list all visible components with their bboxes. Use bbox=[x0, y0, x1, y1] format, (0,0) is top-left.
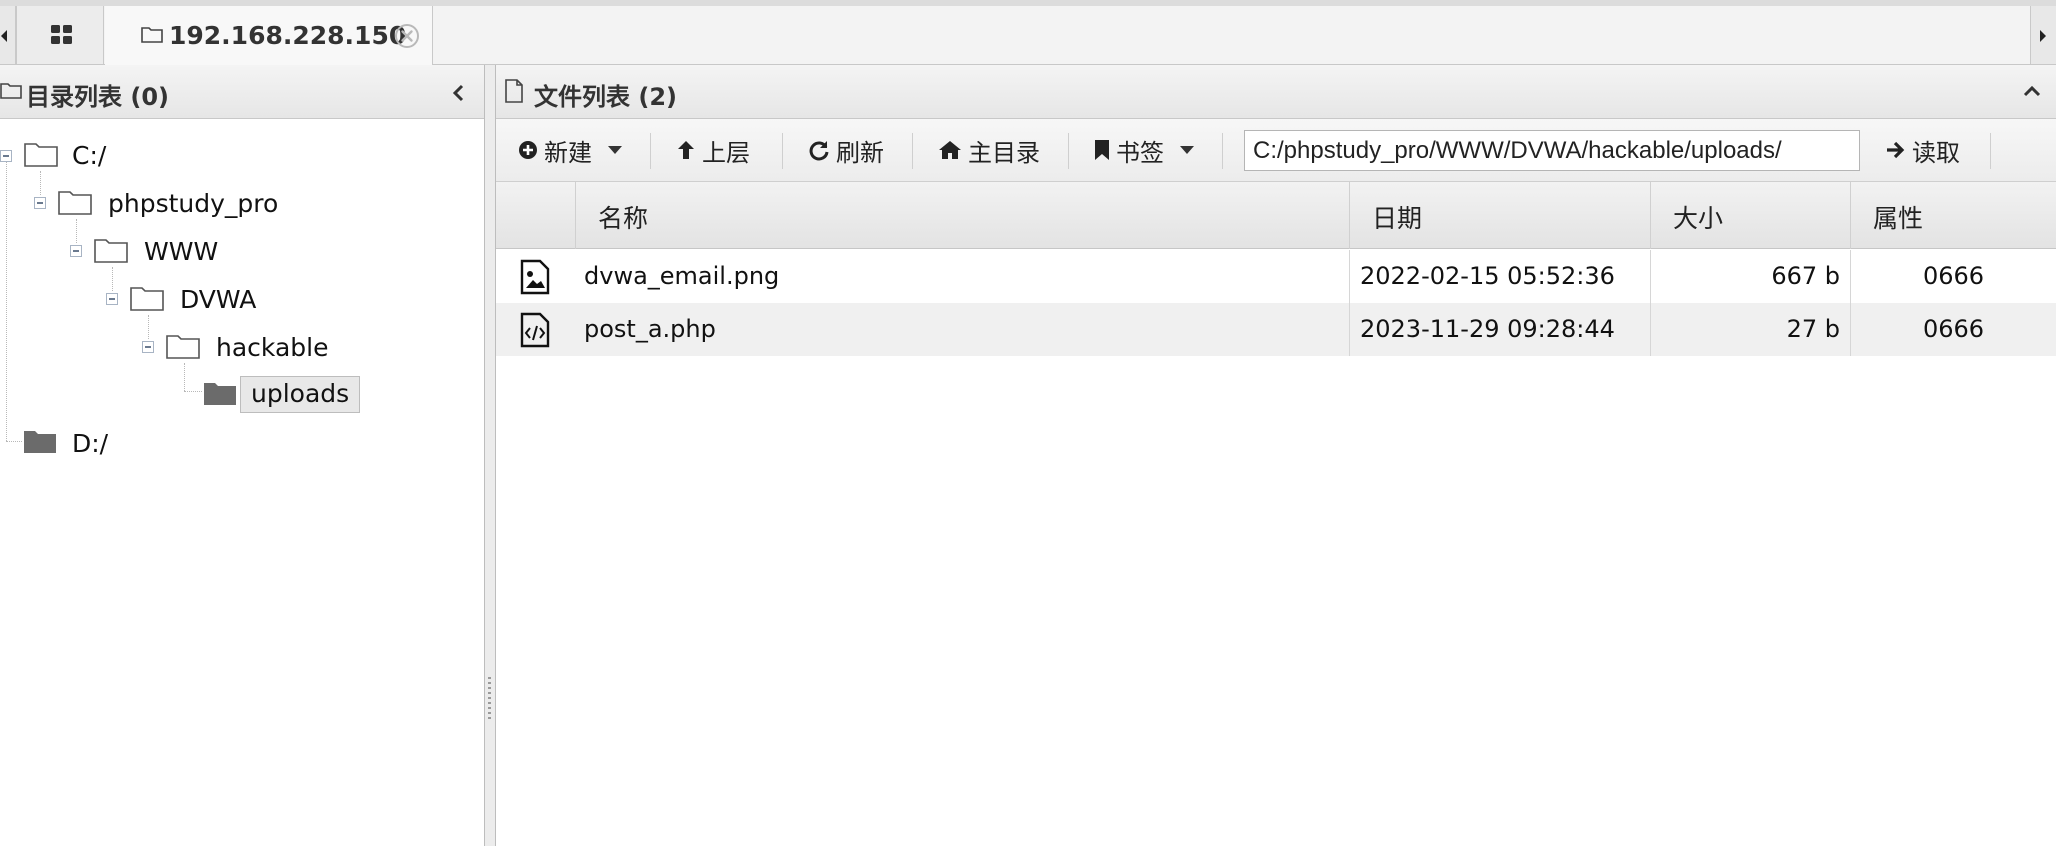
tree-node-phpstudy-pro[interactable]: phpstudy_pro bbox=[58, 185, 298, 225]
panel-splitter[interactable] bbox=[485, 65, 496, 846]
read-button[interactable]: 读取 bbox=[1886, 127, 1960, 173]
image-file-icon bbox=[520, 259, 550, 295]
up-level-button-label: 上层 bbox=[702, 138, 750, 167]
tree-node-label: DVWA bbox=[180, 285, 257, 314]
chevron-up-icon[interactable] bbox=[2022, 83, 2042, 99]
arrow-right-icon bbox=[1887, 141, 1905, 159]
tab-scroll-right-button[interactable] bbox=[2030, 6, 2056, 64]
new-button-label: 新建 bbox=[544, 138, 592, 167]
folder-icon bbox=[24, 431, 56, 453]
tree-node-label: C:/ bbox=[72, 141, 107, 170]
directory-panel: 目录列表 (0) C:/ phpstudy_pro WWW DVWA hacka… bbox=[0, 65, 485, 846]
new-button[interactable]: 新建 bbox=[518, 127, 622, 173]
tree-node-label: uploads bbox=[240, 376, 361, 413]
tree-node-label: WWW bbox=[144, 237, 219, 266]
column-header-attr[interactable]: 属性 bbox=[1850, 182, 2056, 249]
tree-node-hackable[interactable]: hackable bbox=[166, 329, 346, 369]
caret-down-icon bbox=[1180, 146, 1194, 154]
refresh-button[interactable]: 刷新 bbox=[808, 127, 884, 173]
folder-open-icon bbox=[94, 239, 128, 263]
file-name: post_a.php bbox=[584, 315, 716, 343]
arrow-up-icon bbox=[678, 141, 694, 159]
bookmark-icon bbox=[1095, 140, 1109, 160]
tree-node-uploads[interactable]: uploads bbox=[202, 376, 382, 417]
file-size: 667 b bbox=[1650, 250, 1850, 303]
column-header-size[interactable]: 大小 bbox=[1650, 182, 1850, 249]
file-date: 2022-02-15 05:52:36 bbox=[1349, 250, 1650, 303]
file-name: dvwa_email.png bbox=[584, 262, 780, 290]
folder-open-icon bbox=[24, 143, 58, 167]
file-panel-title: 文件列表 (2) bbox=[534, 83, 677, 111]
tree-node-dvwa[interactable]: DVWA bbox=[130, 281, 290, 321]
read-button-label: 读取 bbox=[1912, 138, 1960, 167]
folder-open-icon bbox=[58, 191, 92, 215]
up-level-button[interactable]: 上层 bbox=[676, 127, 750, 173]
tab-host-label: 192.168.228.150 bbox=[169, 21, 407, 50]
column-header-name[interactable]: 名称 bbox=[575, 182, 1349, 249]
file-attr: 0666 bbox=[1850, 250, 2056, 303]
file-date: 2023-11-29 09:28:44 bbox=[1349, 303, 1650, 356]
arrow-right-icon bbox=[2040, 30, 2046, 42]
toolbar-separator bbox=[782, 133, 783, 169]
home-icon bbox=[939, 141, 961, 159]
tree-node-label: hackable bbox=[216, 333, 329, 362]
tree-toggle[interactable] bbox=[70, 245, 82, 257]
directory-panel-header: 目录列表 (0) bbox=[0, 65, 484, 119]
folder-open-icon bbox=[130, 287, 164, 311]
tree-node-label: D:/ bbox=[72, 429, 109, 458]
refresh-button-label: 刷新 bbox=[836, 138, 884, 167]
toolbar-separator bbox=[1990, 133, 1991, 169]
tab-home-button[interactable] bbox=[16, 6, 104, 64]
directory-panel-title: 目录列表 (0) bbox=[26, 83, 169, 111]
tab-scroll-left-button[interactable] bbox=[0, 6, 16, 64]
home-directory-button[interactable]: 主目录 bbox=[938, 127, 1040, 173]
file-grid-header: 名称 日期 大小 属性 bbox=[496, 182, 2056, 249]
file-panel-header: 文件列表 (2) bbox=[496, 65, 2056, 119]
tree-toggle[interactable] bbox=[0, 150, 12, 162]
tree-line bbox=[6, 441, 22, 442]
folder-icon bbox=[141, 27, 163, 43]
tree-toggle[interactable] bbox=[34, 197, 46, 209]
refresh-icon bbox=[809, 141, 829, 161]
file-attr: 0666 bbox=[1850, 303, 2056, 356]
close-tab-icon[interactable] bbox=[394, 23, 420, 49]
toolbar-separator bbox=[1222, 133, 1223, 169]
bookmark-button[interactable]: 书签 bbox=[1094, 127, 1194, 173]
splitter-grip bbox=[488, 677, 491, 721]
code-file-icon bbox=[520, 312, 550, 348]
tree-node-label: phpstudy_pro bbox=[108, 189, 279, 218]
file-row[interactable]: dvwa_email.png 2022-02-15 05:52:36 667 b… bbox=[496, 250, 2056, 303]
toolbar-separator bbox=[650, 133, 651, 169]
grid-icon bbox=[51, 25, 72, 44]
tab-host[interactable]: 192.168.228.150 bbox=[105, 6, 433, 65]
tree-toggle[interactable] bbox=[142, 341, 154, 353]
file-icon bbox=[505, 79, 523, 103]
home-directory-button-label: 主目录 bbox=[968, 138, 1040, 167]
file-row[interactable]: post_a.php 2023-11-29 09:28:44 27 b 0666 bbox=[496, 303, 2056, 356]
plus-circle-icon bbox=[519, 141, 537, 159]
toolbar-separator bbox=[912, 133, 913, 169]
folder-open-icon bbox=[166, 335, 200, 359]
column-header-date[interactable]: 日期 bbox=[1349, 182, 1650, 249]
tree-node-c-drive[interactable]: C:/ bbox=[24, 137, 144, 177]
collapse-left-icon[interactable] bbox=[450, 83, 466, 103]
file-panel: 文件列表 (2) 新建 上层 刷新 主目录 书签 C:/phpstudy_pro… bbox=[496, 65, 2056, 846]
folder-icon bbox=[0, 83, 22, 99]
tree-node-d-drive[interactable]: D:/ bbox=[24, 425, 144, 465]
tree-line bbox=[184, 391, 202, 392]
path-input[interactable] bbox=[1244, 130, 1860, 171]
arrow-left-icon bbox=[1, 30, 7, 42]
tree-node-www[interactable]: WWW bbox=[94, 233, 254, 273]
tree-toggle[interactable] bbox=[106, 293, 118, 305]
bookmark-button-label: 书签 bbox=[1116, 138, 1164, 167]
tree-line bbox=[6, 155, 7, 441]
column-header-icon bbox=[496, 182, 575, 249]
folder-icon bbox=[204, 383, 236, 405]
file-size: 27 b bbox=[1650, 303, 1850, 356]
toolbar-separator bbox=[1068, 133, 1069, 169]
file-toolbar: 新建 上层 刷新 主目录 书签 读取 bbox=[496, 119, 2056, 182]
caret-down-icon bbox=[608, 146, 622, 154]
